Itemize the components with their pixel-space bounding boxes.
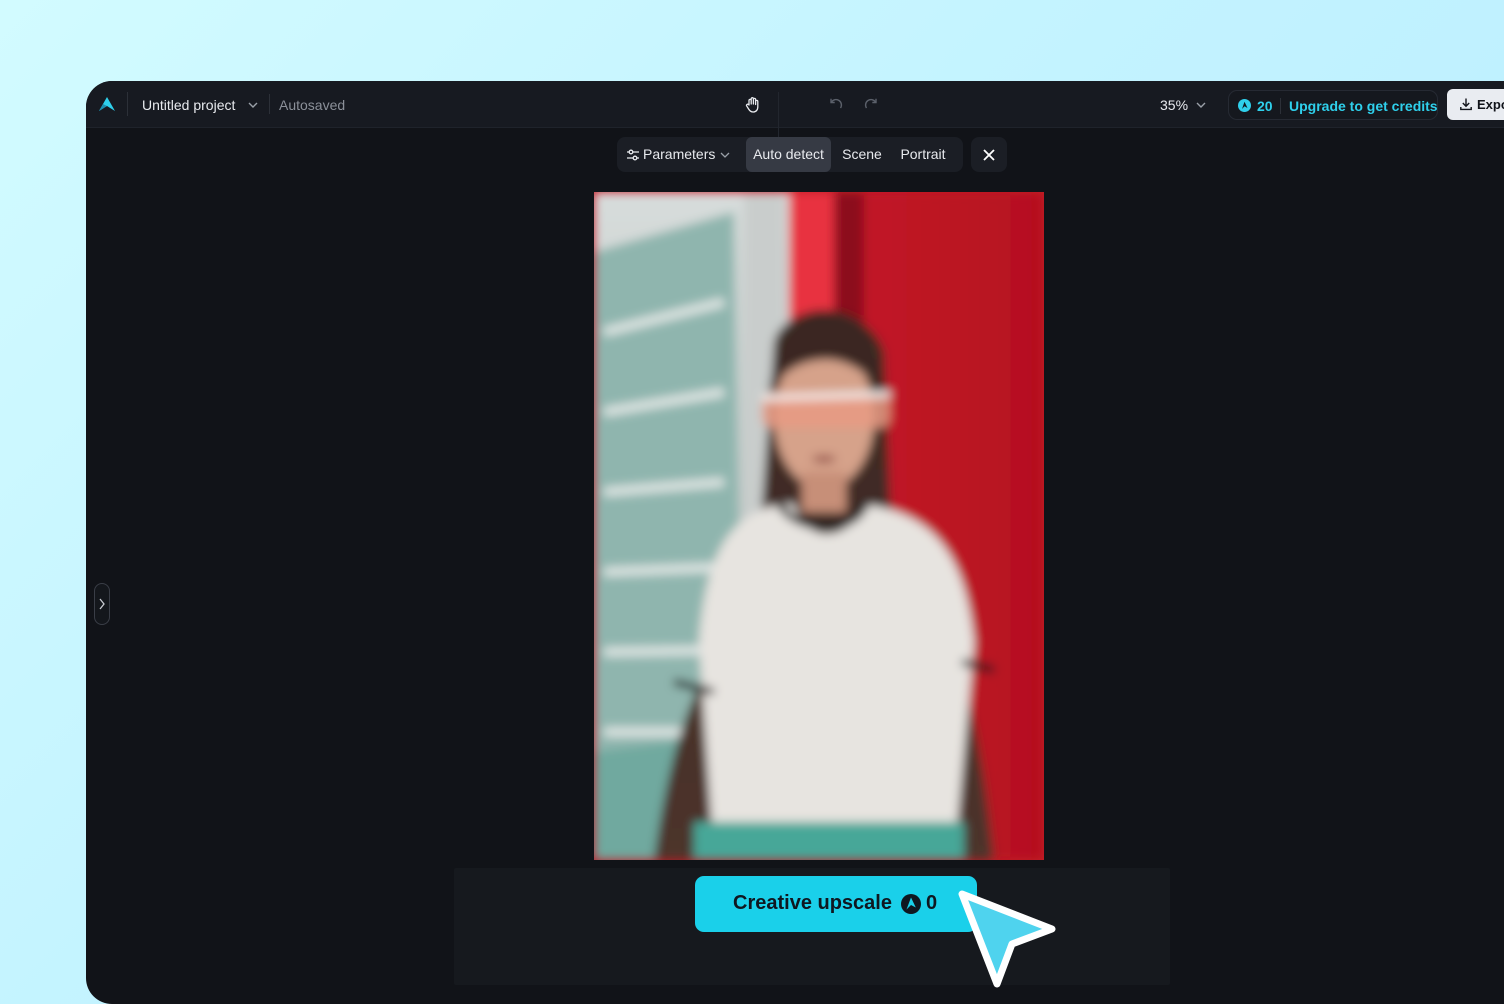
creative-upscale-button[interactable]: Creative upscale 0: [695, 876, 977, 932]
upscale-label: Creative upscale: [733, 892, 892, 914]
redo-icon[interactable]: [864, 97, 879, 112]
parameters-toolbar: Parameters Auto detect Scene Portrait: [617, 137, 963, 172]
logo-icon[interactable]: [98, 96, 116, 112]
project-title[interactable]: Untitled project: [142, 97, 235, 113]
sidebar-expand-button[interactable]: [94, 583, 110, 625]
editor-window: Untitled project Autosaved 35% 20 Upgrad…: [86, 81, 1504, 1004]
sliders-icon: [627, 149, 639, 161]
top-bar: Untitled project Autosaved 35% 20 Upgrad…: [86, 81, 1504, 137]
close-icon: [983, 149, 995, 161]
credits-pill[interactable]: 20 Upgrade to get credits: [1228, 90, 1438, 120]
divider: [778, 92, 779, 137]
download-icon: [1460, 98, 1472, 111]
divider: [269, 94, 270, 114]
portrait-photo: [594, 192, 1044, 860]
chevron-down-icon[interactable]: [247, 99, 259, 111]
chevron-down-icon: [720, 152, 730, 158]
chevron-down-icon[interactable]: [1195, 99, 1207, 111]
chevron-right-icon: [99, 598, 105, 610]
parameters-label: Parameters: [643, 146, 716, 162]
segment-auto-detect[interactable]: Auto detect: [746, 137, 831, 172]
divider: [1280, 98, 1281, 114]
zoom-level[interactable]: 35%: [1160, 97, 1188, 113]
canvas-image[interactable]: [594, 192, 1044, 860]
upscale-cost: 0: [926, 892, 938, 914]
undo-icon[interactable]: [828, 97, 843, 112]
credit-count: 20: [1257, 98, 1273, 114]
hand-icon[interactable]: [745, 96, 761, 113]
segment-scene[interactable]: Scene: [835, 137, 889, 172]
segment-portrait[interactable]: Portrait: [893, 137, 953, 172]
divider: [127, 92, 128, 116]
credit-icon: [1238, 99, 1251, 112]
pointer-cursor-icon: [958, 890, 1056, 988]
save-status: Autosaved: [279, 97, 346, 113]
credit-icon: [901, 894, 921, 914]
upgrade-link[interactable]: Upgrade to get credits: [1289, 98, 1438, 114]
export-label: Expo: [1477, 97, 1504, 112]
close-button[interactable]: [971, 137, 1007, 172]
export-button[interactable]: Expo: [1447, 89, 1504, 120]
parameters-button[interactable]: Parameters: [617, 137, 738, 172]
